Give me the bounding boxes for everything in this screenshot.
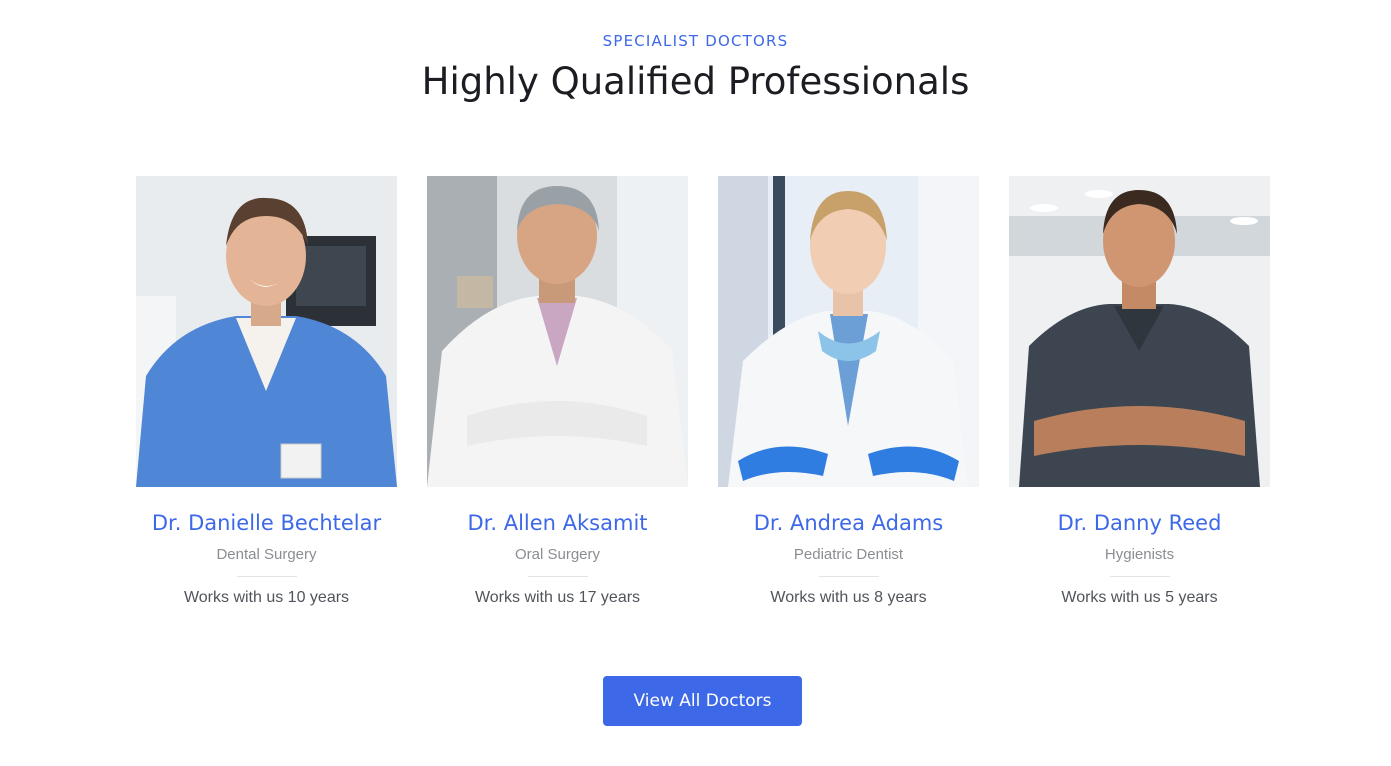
doctors-section: SPECIALIST DOCTORS Highly Qualified Prof… [0, 0, 1391, 766]
doctor-photo[interactable] [718, 176, 979, 487]
doctor-tenure: Works with us 5 years [1061, 589, 1218, 606]
divider [1109, 576, 1170, 577]
section-title: Highly Qualified Professionals [421, 60, 970, 103]
doctor-tenure: Works with us 10 years [183, 589, 350, 606]
doctor-name[interactable]: Dr. Andrea Adams [718, 510, 979, 536]
doctor-photo[interactable] [427, 176, 688, 487]
doctor-specialty: Hygienists [1104, 546, 1175, 563]
doctor-specialty: Oral Surgery [514, 546, 601, 563]
doctor-card: Dr. Andrea Adams Pediatric Dentist Works… [718, 176, 979, 608]
doctor-specialty: Dental Surgery [216, 546, 317, 563]
doctor-tenure: Works with us 17 years [474, 589, 641, 606]
doctor-card: Dr. Danielle Bechtelar Dental Surgery Wo… [136, 176, 397, 608]
divider [527, 576, 588, 577]
doctor-photo-illustration [1009, 176, 1270, 487]
doctor-photo-illustration [718, 176, 979, 487]
doctor-name[interactable]: Dr. Allen Aksamit [427, 510, 688, 536]
doctor-specialty: Pediatric Dentist [793, 546, 904, 563]
doctor-photo[interactable] [1009, 176, 1270, 487]
view-all-doctors-button[interactable]: View All Doctors [603, 676, 802, 726]
doctor-cards: Dr. Danielle Bechtelar Dental Surgery Wo… [136, 176, 1270, 608]
doctor-tenure: Works with us 8 years [770, 589, 927, 606]
section-eyebrow: SPECIALIST DOCTORS [602, 32, 789, 50]
doctor-card: Dr. Danny Reed Hygienists Works with us … [1009, 176, 1270, 608]
doctor-photo[interactable] [136, 176, 397, 487]
doctor-card: Dr. Allen Aksamit Oral Surgery Works wit… [427, 176, 688, 608]
doctor-name[interactable]: Dr. Danielle Bechtelar [136, 510, 397, 536]
divider [818, 576, 879, 577]
doctor-name[interactable]: Dr. Danny Reed [1009, 510, 1270, 536]
doctor-photo-illustration [136, 176, 397, 487]
doctor-photo-illustration [427, 176, 688, 487]
divider [236, 576, 297, 577]
